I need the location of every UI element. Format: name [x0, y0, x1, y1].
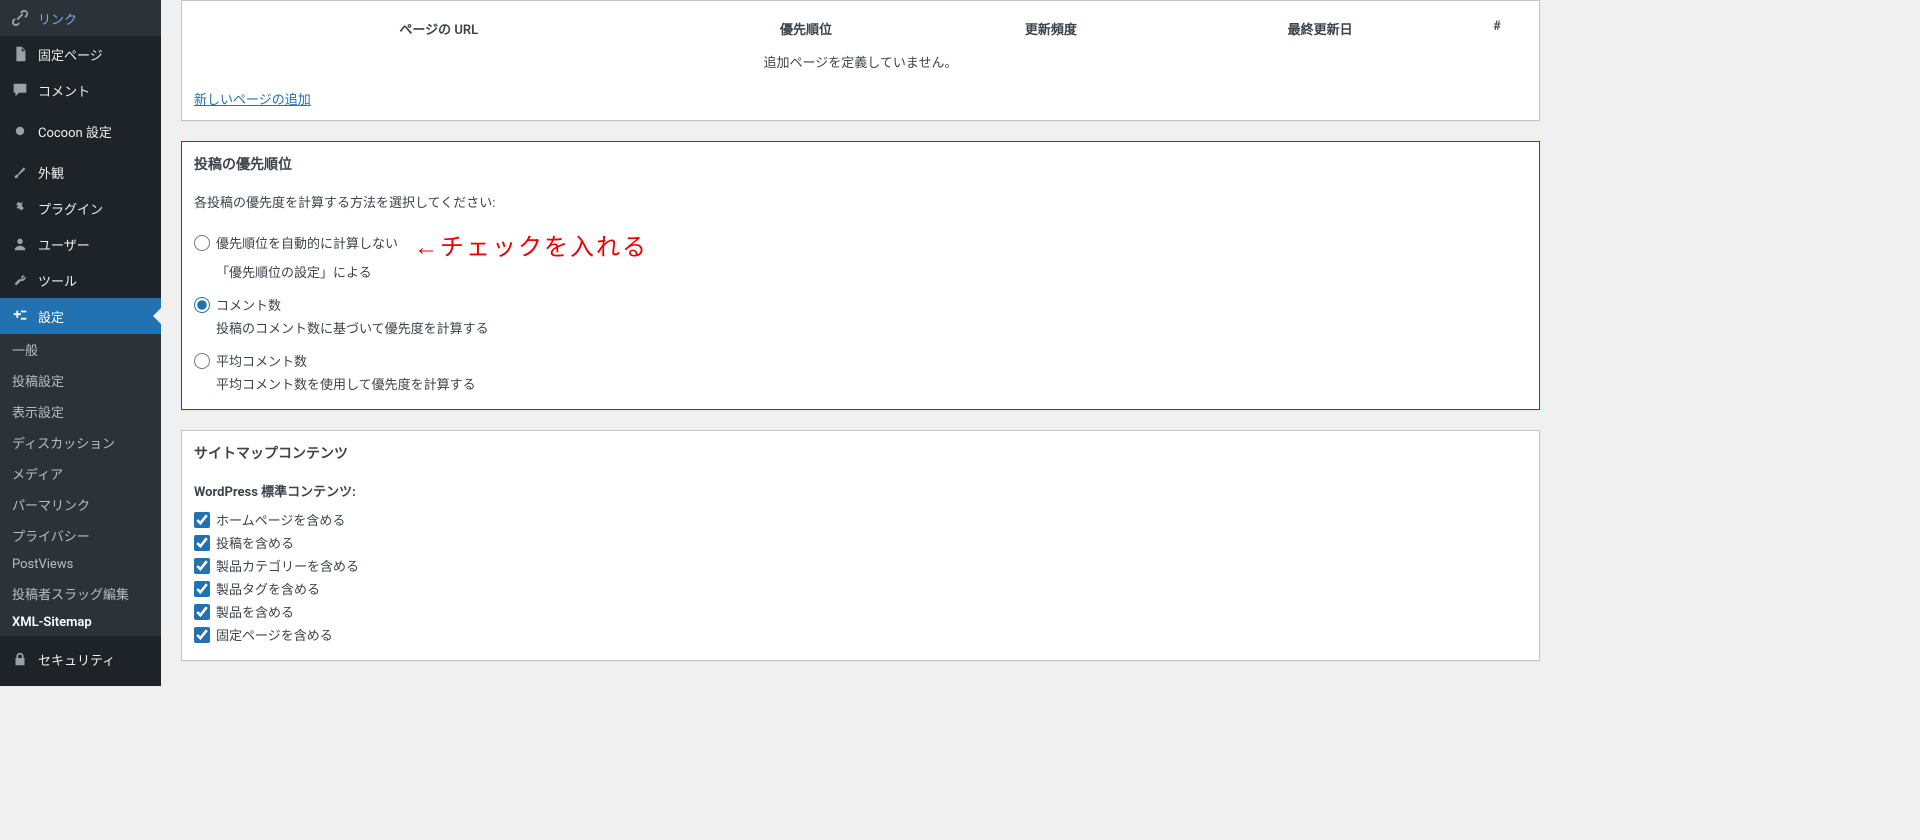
submenu-reading[interactable]: 表示設定	[0, 396, 161, 427]
submenu-slug[interactable]: 投稿者スラッグ編集	[0, 578, 161, 609]
submenu-general[interactable]: 一般	[0, 334, 161, 365]
check-products[interactable]: 製品を含める	[194, 602, 1527, 621]
settings-icon	[10, 306, 30, 326]
menu-label: セキュリティ	[38, 650, 115, 669]
priority-desc: 各投稿の優先度を計算する方法を選択してください:	[194, 192, 1527, 211]
check-product-tag[interactable]: 製品タグを含める	[194, 579, 1527, 598]
radio-desc: 投稿のコメント数に基づいて優先度を計算する	[216, 318, 1527, 337]
check-label: 製品を含める	[216, 602, 294, 621]
checkbox-product-cat[interactable]	[194, 558, 210, 574]
col-priority: 優先順位	[684, 19, 929, 38]
submenu-writing[interactable]: 投稿設定	[0, 365, 161, 396]
admin-sidebar: リンク 固定ページ コメント Cocoon 設定 外観 プラグイン ユーザー	[0, 0, 161, 686]
menu-label: 外観	[38, 163, 64, 182]
additional-pages-card: ページの URL 優先順位 更新頻度 最終更新日 # 追加ページを定義していませ…	[181, 0, 1540, 121]
sitemap-title: サイトマップコンテンツ	[194, 443, 1527, 463]
check-pages[interactable]: 固定ページを含める	[194, 625, 1527, 644]
post-priority-card: 投稿の優先順位 各投稿の優先度を計算する方法を選択してください: 優先順位を自動…	[181, 141, 1540, 410]
col-last: 最終更新日	[1173, 19, 1467, 38]
plugin-icon	[10, 198, 30, 218]
radio-desc: 平均コメント数を使用して優先度を計算する	[216, 374, 1527, 393]
checkbox-homepage[interactable]	[194, 512, 210, 528]
radio-label: コメント数	[216, 295, 281, 314]
check-posts[interactable]: 投稿を含める	[194, 533, 1527, 552]
col-url: ページの URL	[194, 19, 684, 38]
submenu-discussion[interactable]: ディスカッション	[0, 427, 161, 458]
radio-option-2[interactable]: コメント数	[194, 295, 1527, 314]
radio-desc: 「優先順位の設定」による	[216, 262, 1527, 281]
checkbox-pages[interactable]	[194, 627, 210, 643]
page-icon	[10, 44, 30, 64]
radio-no-auto[interactable]	[194, 235, 210, 251]
lock-icon	[10, 649, 30, 669]
link-icon	[10, 8, 30, 28]
radio-label: 優先順位を自動的に計算しない	[216, 233, 398, 252]
menu-plugins[interactable]: プラグイン	[0, 190, 161, 226]
menu-label: 固定ページ	[38, 45, 103, 64]
col-freq: 更新頻度	[928, 19, 1173, 38]
priority-title: 投稿の優先順位	[194, 154, 1527, 174]
radio-avg-comment[interactable]	[194, 353, 210, 369]
menu-label: プラグイン	[38, 199, 103, 218]
brush-icon	[10, 162, 30, 182]
submenu-xml-sitemap[interactable]: XML-Sitemap	[0, 609, 161, 636]
radio-option-3[interactable]: 平均コメント数	[194, 351, 1527, 370]
check-product-cat[interactable]: 製品カテゴリーを含める	[194, 556, 1527, 575]
menu-tools[interactable]: ツール	[0, 262, 161, 298]
settings-submenu: 一般 投稿設定 表示設定 ディスカッション メディア パーマリンク プライバシー…	[0, 334, 161, 636]
menu-label: Cocoon 設定	[38, 122, 112, 141]
sitemap-subtitle: WordPress 標準コンテンツ:	[194, 481, 1527, 500]
checkbox-posts[interactable]	[194, 535, 210, 551]
annotation-arrow: ←チェックを入れる	[414, 227, 648, 262]
cocoon-icon	[10, 121, 30, 141]
check-label: ホームページを含める	[216, 510, 345, 529]
submenu-postviews[interactable]: PostViews	[0, 551, 161, 578]
add-page-link[interactable]: 新しいページの追加	[194, 89, 311, 108]
check-label: 製品タグを含める	[216, 579, 320, 598]
radio-label: 平均コメント数	[216, 351, 307, 370]
menu-link[interactable]: リンク	[0, 0, 161, 36]
radio-comment-count[interactable]	[194, 297, 210, 313]
menu-settings[interactable]: 設定	[0, 298, 161, 334]
users-icon	[10, 234, 30, 254]
sitemap-content-card: サイトマップコンテンツ WordPress 標準コンテンツ: ホームページを含め…	[181, 430, 1540, 661]
table-header: ページの URL 優先順位 更新頻度 最終更新日 #	[194, 13, 1527, 44]
comment-icon	[10, 80, 30, 100]
checkbox-products[interactable]	[194, 604, 210, 620]
menu-users[interactable]: ユーザー	[0, 226, 161, 262]
check-label: 製品カテゴリーを含める	[216, 556, 359, 575]
main-content: ページの URL 優先順位 更新頻度 最終更新日 # 追加ページを定義していませ…	[161, 0, 1560, 686]
check-homepage[interactable]: ホームページを含める	[194, 510, 1527, 529]
menu-label: ユーザー	[38, 235, 90, 254]
col-hash: #	[1467, 19, 1527, 38]
empty-message: 追加ページを定義していません。	[194, 44, 1527, 79]
menu-cocoon[interactable]: Cocoon 設定	[0, 113, 161, 149]
checkbox-product-tag[interactable]	[194, 581, 210, 597]
submenu-privacy[interactable]: プライバシー	[0, 520, 161, 551]
menu-security[interactable]: セキュリティ	[0, 641, 161, 677]
check-label: 固定ページを含める	[216, 625, 333, 644]
menu-pages[interactable]: 固定ページ	[0, 36, 161, 72]
menu-comments[interactable]: コメント	[0, 72, 161, 108]
submenu-media[interactable]: メディア	[0, 458, 161, 489]
radio-option-1[interactable]: 優先順位を自動的に計算しない	[194, 233, 398, 252]
menu-label: 設定	[38, 307, 64, 326]
menu-appearance[interactable]: 外観	[0, 154, 161, 190]
menu-label: ツール	[38, 271, 77, 290]
menu-label: リンク	[38, 9, 77, 28]
submenu-permalink[interactable]: パーマリンク	[0, 489, 161, 520]
menu-label: コメント	[38, 81, 90, 100]
check-label: 投稿を含める	[216, 533, 294, 552]
tools-icon	[10, 270, 30, 290]
